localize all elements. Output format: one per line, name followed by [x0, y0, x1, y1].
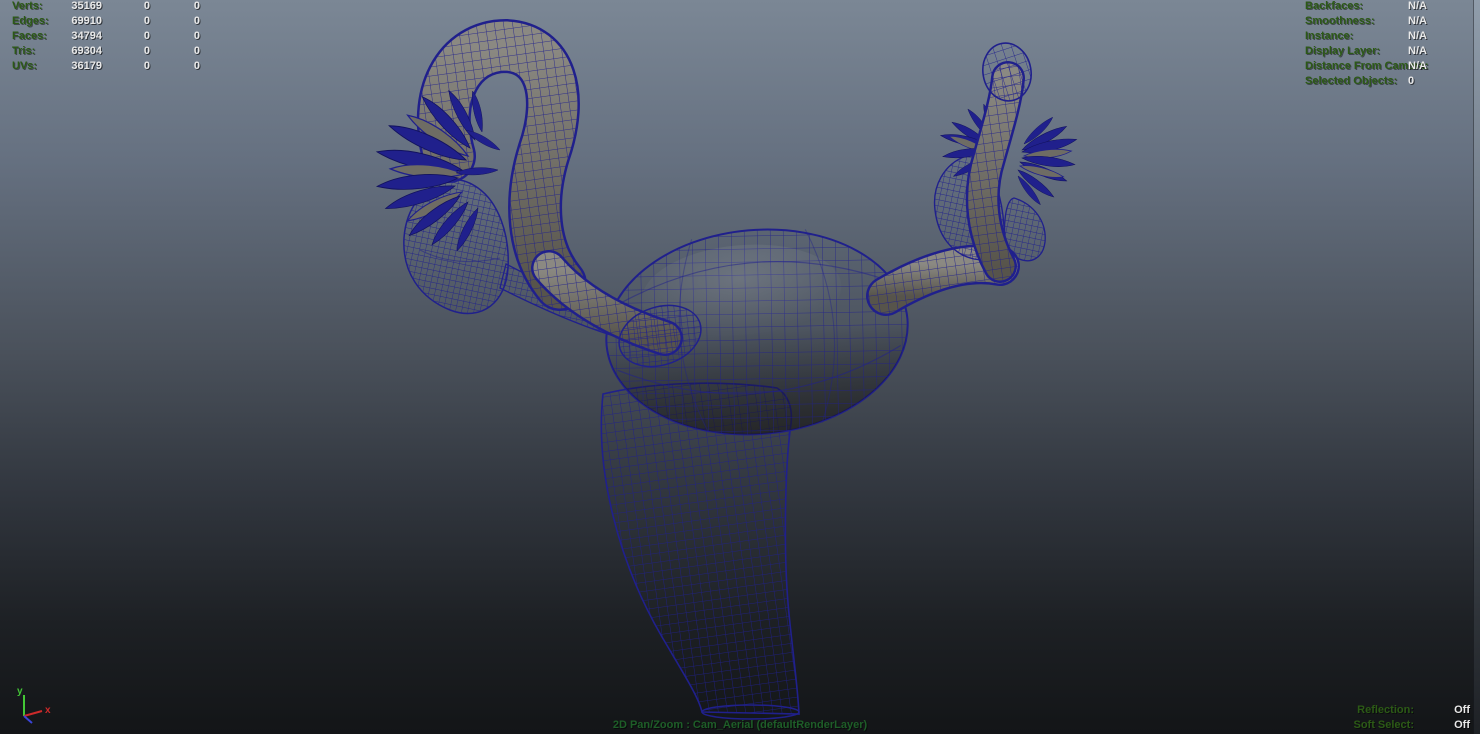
hud-info-value: N/A	[1408, 14, 1427, 29]
reflection-toggle-value: Off	[1414, 703, 1470, 718]
hud-stat-col1: 0	[102, 14, 150, 29]
viewport-right-edge	[1473, 0, 1480, 734]
hud-stat-col2: 0	[150, 0, 200, 14]
viewport-canvas[interactable]: y x	[0, 0, 1480, 734]
hud-stat-label: Tris:	[12, 44, 64, 59]
reflection-toggle-label: Reflection:	[1353, 703, 1414, 718]
hud-info-label: Selected Objects:	[1305, 74, 1408, 89]
hud-stat-col2: 0	[150, 44, 200, 59]
right-fimbriae-outer-mesh[interactable]	[1015, 115, 1078, 207]
hud-info-label: Backfaces:	[1305, 0, 1408, 14]
hud-stat-col2: 0	[150, 29, 200, 44]
hud-info-value: 0	[1408, 74, 1427, 89]
hud-stat-label: Faces:	[12, 29, 64, 44]
hud-stat-total: 69910	[64, 14, 102, 29]
hud-stat-total: 35169	[64, 0, 102, 14]
hud-stat-total: 69304	[64, 44, 102, 59]
hud-stat-col1: 0	[102, 44, 150, 59]
hud-stat-total: 36179	[64, 59, 102, 74]
hud-stat-col1: 0	[102, 59, 150, 74]
hud-info-label: Display Layer:	[1305, 44, 1408, 59]
hud-stat-col1: 0	[102, 0, 150, 14]
hud-stat-label: Edges:	[12, 14, 64, 29]
hud-stat-label: Verts:	[12, 0, 64, 14]
toggle-status-hud: Reflection: Off Soft Select: Off	[1353, 703, 1470, 733]
hud-stat-label: UVs:	[12, 59, 64, 74]
soft-select-toggle-label: Soft Select:	[1353, 718, 1414, 733]
right-fallopian-tube-mesh[interactable]	[886, 39, 1078, 296]
soft-select-toggle-value: Off	[1414, 718, 1470, 733]
hud-stat-col1: 0	[102, 29, 150, 44]
axis-y-label: y	[17, 686, 23, 697]
hud-info-label: Instance:	[1305, 29, 1408, 44]
hud-info-label: Smoothness:	[1305, 14, 1408, 29]
reproductive-system-model[interactable]	[376, 39, 1078, 719]
hud-stat-col2: 0	[150, 59, 200, 74]
hud-info-label: Distance From Camera:	[1305, 59, 1408, 74]
hud-info-value: N/A	[1408, 29, 1427, 44]
viewport[interactable]: y x Verts: 35169 0 0 Edges: 69910 0 0 Fa…	[0, 0, 1480, 734]
camera-status-hud: 2D Pan/Zoom : Cam_Aerial (defaultRenderL…	[613, 718, 867, 733]
hud-stat-col2: 0	[150, 14, 200, 29]
poly-count-hud: Verts: 35169 0 0 Edges: 69910 0 0 Faces:…	[12, 0, 200, 74]
view-axis-gizmo[interactable]: y x	[17, 686, 51, 723]
hud-info-value: N/A	[1408, 0, 1427, 14]
hud-info-value: N/A	[1408, 59, 1427, 74]
hud-stat-total: 34794	[64, 29, 102, 44]
object-info-hud: Backfaces: N/A Smoothness: N/A Instance:…	[1305, 0, 1427, 89]
axis-x-label: x	[45, 705, 51, 716]
hud-info-value: N/A	[1408, 44, 1427, 59]
